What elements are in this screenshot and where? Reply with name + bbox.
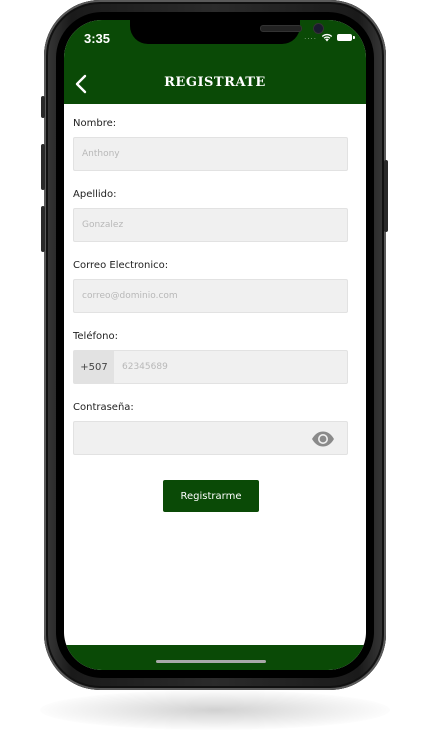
contrasena-field [73, 421, 348, 455]
volume-up-button [41, 144, 45, 190]
status-bar: 3:35 .... [64, 20, 366, 64]
mute-switch [41, 96, 45, 118]
apellido-label: Apellido: [73, 189, 117, 200]
notch [130, 20, 324, 44]
toggle-password-visibility-button[interactable] [311, 430, 335, 448]
speaker-grille [260, 25, 302, 32]
app-screen: 3:35 .... REGISTRATE Nombre: Apell [64, 20, 366, 670]
volume-down-button [41, 206, 45, 252]
eye-icon [312, 431, 334, 447]
country-code-prefix[interactable]: +507 [74, 351, 114, 383]
status-icons: .... [304, 32, 355, 42]
nav-bar: REGISTRATE [64, 64, 366, 104]
correo-label: Correo Electronico: [73, 260, 169, 271]
device-shadow [40, 690, 390, 730]
correo-input[interactable] [74, 280, 347, 312]
nombre-input[interactable] [74, 138, 347, 170]
bottom-bar [64, 645, 366, 670]
telefono-label: Teléfono: [73, 331, 118, 342]
page-title: REGISTRATE [164, 75, 266, 90]
battery-icon [337, 33, 355, 41]
power-button [384, 160, 388, 232]
signal-icon: .... [304, 33, 317, 41]
apellido-field [73, 208, 348, 242]
wifi-icon [321, 33, 333, 41]
nombre-field [73, 137, 348, 171]
telefono-field: +507 [73, 350, 348, 384]
home-indicator [156, 660, 266, 663]
correo-field [73, 279, 348, 313]
contrasena-input[interactable] [74, 422, 303, 454]
contrasena-label: Contraseña: [73, 402, 134, 413]
status-time: 3:35 [84, 31, 111, 46]
telefono-input[interactable] [114, 351, 347, 383]
registrarme-button[interactable]: Registrarme [163, 480, 259, 512]
nombre-label: Nombre: [73, 118, 117, 129]
apellido-input[interactable] [74, 209, 347, 241]
